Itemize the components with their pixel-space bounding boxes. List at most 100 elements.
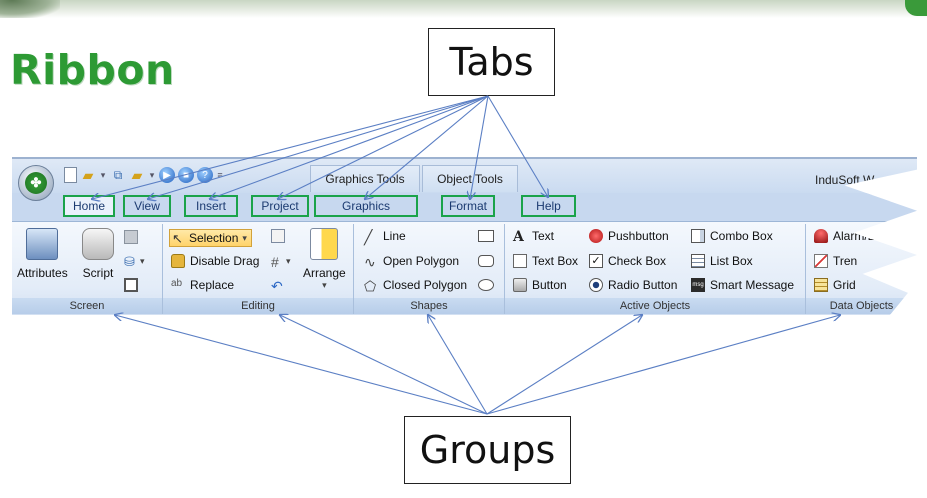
screen-frame-button[interactable]	[124, 278, 143, 292]
stop-icon[interactable]: ■	[178, 167, 194, 183]
smart-message-label: Smart Message	[710, 278, 795, 292]
grid-snap-button[interactable]: # ▾	[271, 254, 291, 270]
script-button[interactable]: Script	[82, 228, 114, 280]
closed-polygon-icon: ⬠	[364, 278, 377, 294]
context-tab-graphics-tools[interactable]: Graphics Tools	[310, 165, 420, 192]
groups-callout: Groups	[404, 416, 571, 484]
closed-polygon-button[interactable]: ⬠ Closed Polygon	[364, 278, 468, 294]
disable-drag-label: Disable Drag	[190, 254, 260, 268]
radio-button-button[interactable]: Radio Button	[589, 278, 677, 292]
tab-help[interactable]: Help	[521, 195, 576, 217]
arrange-label: Arrange	[303, 266, 346, 280]
rounded-rectangle-icon	[478, 255, 494, 267]
selection-label: Selection	[189, 231, 239, 245]
dropdown-arrow-icon: ▾	[322, 280, 327, 290]
rectangle-button[interactable]	[478, 230, 499, 242]
arrow-to-data-objects-group	[486, 315, 840, 415]
line-label: Line	[383, 229, 406, 243]
attributes-button[interactable]: Attributes	[17, 228, 68, 280]
dropdown-arrow-icon: ▾	[140, 255, 145, 266]
folder-icon[interactable]: ▰	[129, 167, 145, 183]
group-label-data-objects: Data Objects	[806, 298, 917, 314]
grid-button[interactable]: Grid	[814, 278, 856, 292]
ribbon-panel: Attributes Script ⛁ ▾ Screen ↖ Selection …	[12, 221, 917, 315]
dropdown-arrow-icon[interactable]: ▾	[99, 167, 107, 183]
line-button[interactable]: ╱ Line	[364, 229, 406, 245]
grid-table-icon	[814, 278, 828, 292]
arrange-button[interactable]: Arrange ▾	[303, 228, 346, 291]
dropdown-arrow-icon[interactable]: ▾	[148, 167, 156, 183]
button-label: Button	[532, 278, 567, 292]
group-label-shapes: Shapes	[354, 298, 504, 314]
combo-box-label: Combo Box	[710, 229, 773, 243]
group-data-objects: Alarm/Event Tren Grid Data Objects	[806, 224, 917, 314]
run-icon[interactable]: ▶	[159, 167, 175, 183]
smart-message-button[interactable]: msg Smart Message	[691, 278, 794, 292]
slide-top-band	[0, 0, 927, 18]
text-label: Text	[532, 229, 555, 243]
tab-home[interactable]: Home	[63, 195, 115, 217]
replace-button[interactable]: ab Replace	[171, 278, 234, 292]
network-icon[interactable]: ⧉	[110, 167, 126, 183]
alarm-event-button[interactable]: Alarm/Event	[814, 229, 898, 243]
cursor-icon: ↖	[172, 231, 183, 246]
trend-icon	[814, 254, 828, 268]
button-button[interactable]: Button	[513, 278, 567, 292]
dropdown-arrow-icon: ▾	[286, 255, 291, 266]
list-box-button[interactable]: List Box	[691, 254, 753, 268]
tab-insert[interactable]: Insert	[184, 195, 238, 217]
ribbon-tabs: Home View Insert Project Graphics Format…	[12, 193, 917, 221]
text-box-icon	[513, 254, 527, 268]
closed-polygon-label: Closed Polygon	[383, 278, 468, 292]
rounded-rectangle-button[interactable]	[478, 255, 499, 267]
application-button[interactable]: ✤	[18, 165, 54, 201]
check-box-button[interactable]: ✓ Check Box	[589, 254, 666, 268]
undo-icon: ↶	[271, 278, 283, 294]
pushbutton-button[interactable]: Pushbutton	[589, 229, 669, 243]
app-logo-icon: ✤	[25, 172, 47, 194]
open-folder-icon[interactable]: ▰	[80, 167, 96, 183]
arrow-to-editing-group	[280, 315, 488, 415]
arrow-to-active-objects-group	[486, 315, 642, 415]
group-screen: Attributes Script ⛁ ▾ Screen	[12, 224, 163, 314]
disable-drag-button[interactable]: Disable Drag	[171, 254, 259, 268]
fill-color-button[interactable]: ⛁ ▾	[124, 254, 145, 269]
screen-properties-button[interactable]	[124, 230, 143, 244]
grid-label: Grid	[833, 278, 856, 292]
radio-icon	[589, 278, 603, 292]
text-button[interactable]: A Text	[513, 229, 555, 245]
tab-view[interactable]: View	[123, 195, 171, 217]
tab-project[interactable]: Project	[251, 195, 309, 217]
replace-icon: ab	[171, 278, 183, 289]
tab-format[interactable]: Format	[441, 195, 495, 217]
tab-graphics[interactable]: Graphics	[314, 195, 418, 217]
customize-toolbar-icon[interactable]: ≡	[216, 167, 224, 183]
undo-button[interactable]: ↶	[271, 278, 290, 294]
open-polygon-button[interactable]: ∿ Open Polygon	[364, 254, 459, 270]
quick-access-toolbar: ▰ ▾ ⧉ ▰ ▾ ▶ ■ ? ≡	[64, 167, 224, 183]
properties-button[interactable]	[271, 229, 290, 243]
pushbutton-label: Pushbutton	[608, 229, 669, 243]
attributes-label: Attributes	[17, 266, 68, 280]
help-icon[interactable]: ?	[197, 167, 213, 183]
grid-icon: #	[271, 254, 279, 270]
list-box-icon	[691, 254, 705, 268]
arrange-icon	[310, 228, 339, 260]
combo-box-button[interactable]: Combo Box	[691, 229, 773, 243]
text-box-button[interactable]: Text Box	[513, 254, 578, 268]
slide-corner-decoration	[0, 0, 60, 18]
new-document-icon[interactable]	[64, 167, 77, 183]
selection-button[interactable]: ↖ Selection ▾	[169, 229, 252, 247]
trend-button[interactable]: Tren	[814, 254, 857, 268]
context-tab-object-tools[interactable]: Object Tools	[422, 165, 518, 192]
checkbox-icon: ✓	[589, 254, 603, 268]
alarm-icon	[814, 229, 828, 243]
ellipse-button[interactable]	[478, 279, 499, 291]
alarm-event-label: Alarm/Event	[833, 229, 899, 243]
replace-label: Replace	[190, 278, 235, 292]
group-label-screen: Screen	[12, 298, 162, 314]
pushbutton-icon	[589, 229, 603, 243]
paint-bucket-icon: ⛁	[124, 254, 135, 269]
ribbon-screenshot: ✤ ▰ ▾ ⧉ ▰ ▾ ▶ ■ ? ≡ Graphics Tools Objec…	[12, 157, 917, 315]
script-label: Script	[82, 266, 114, 280]
